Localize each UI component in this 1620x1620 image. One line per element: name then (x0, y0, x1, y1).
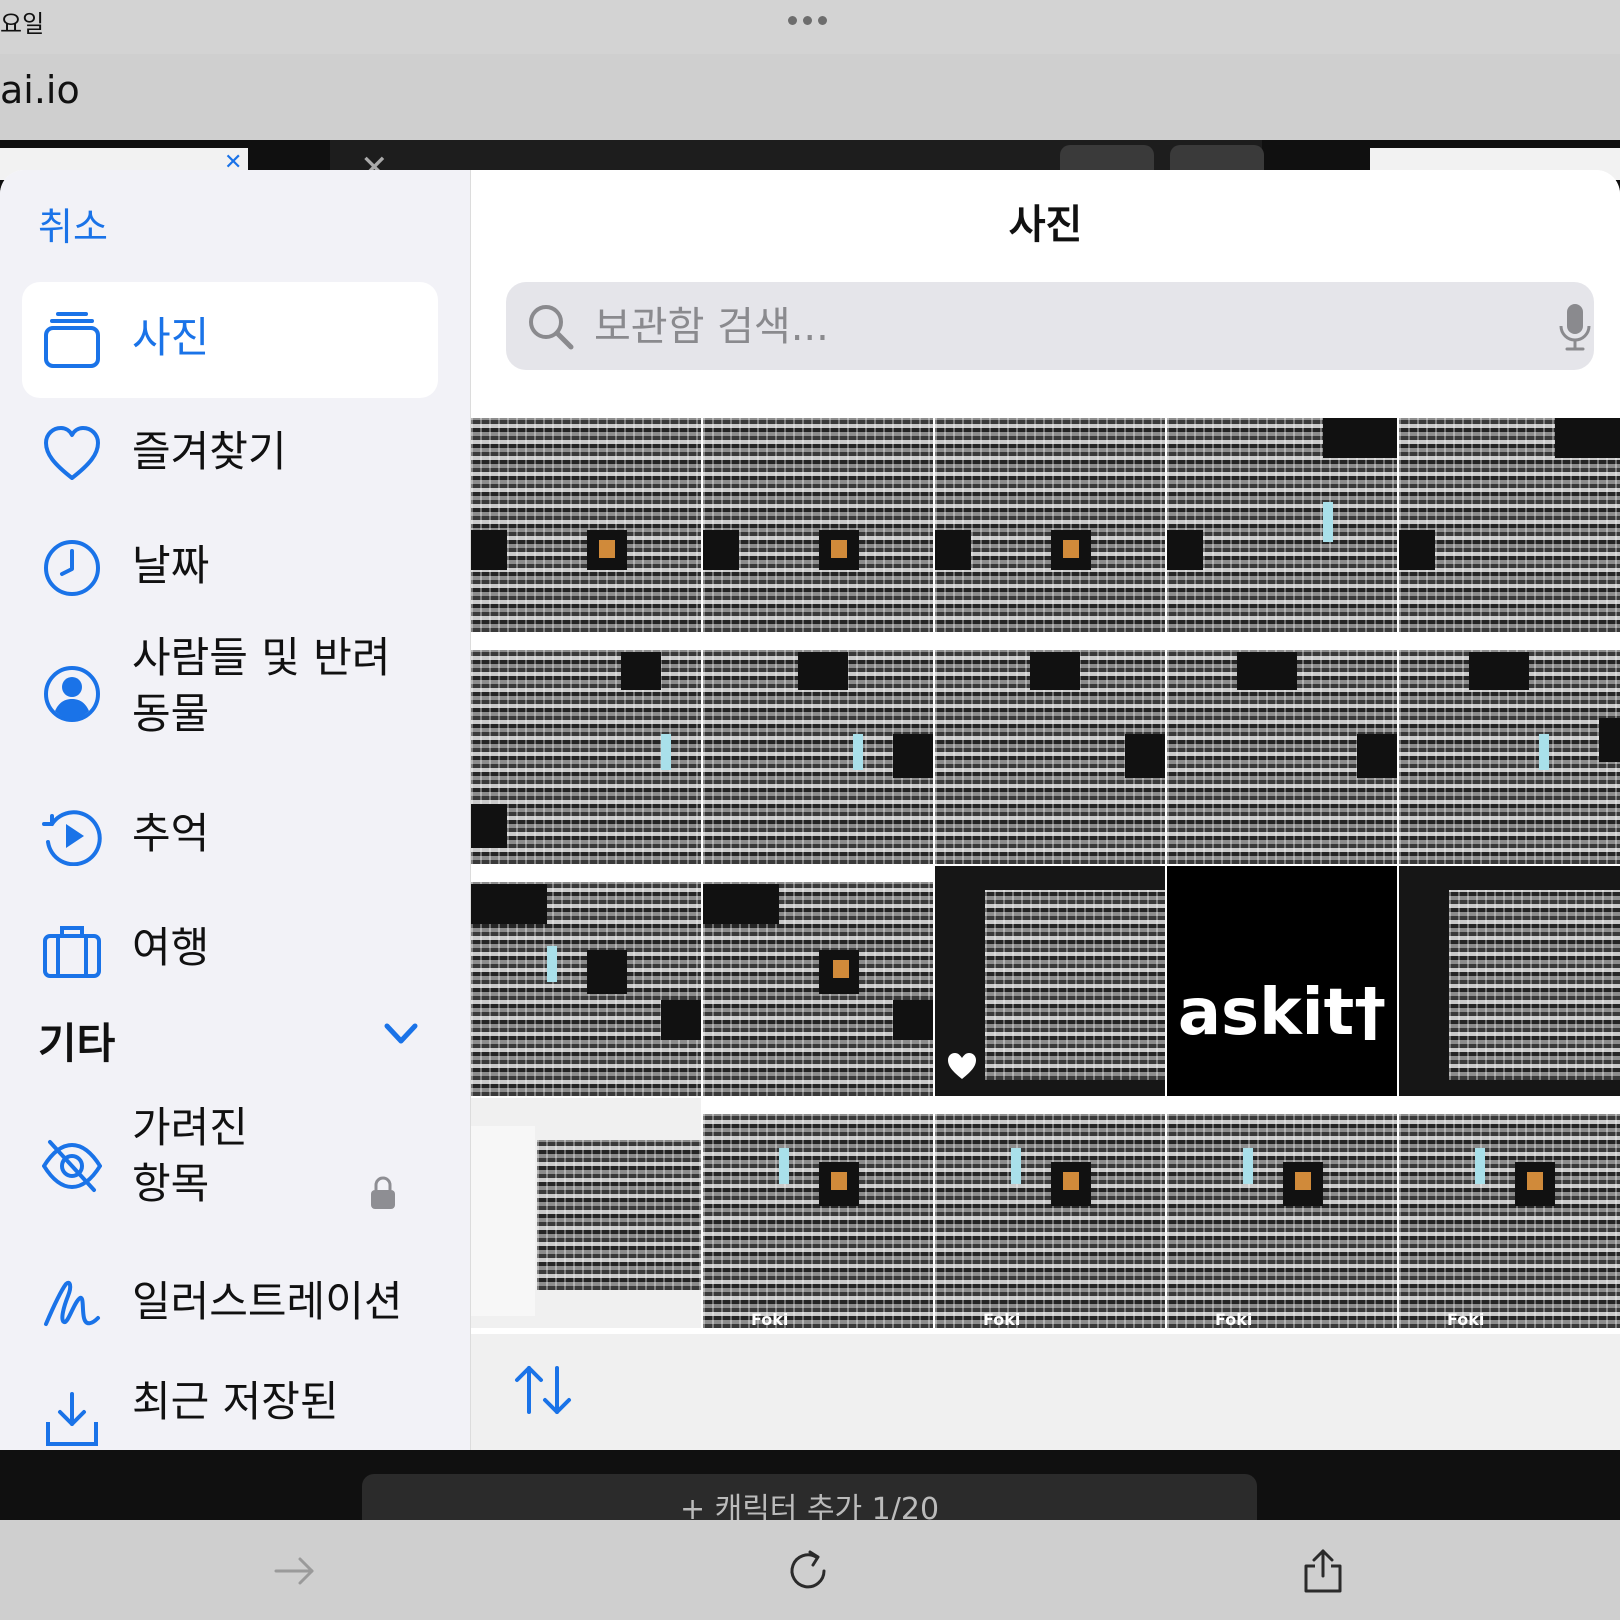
photo-thumbnail-screenshot[interactable] (471, 1098, 701, 1328)
sidebar-item-label: 최근 저장된 (132, 1377, 339, 1426)
sidebar-item-label-line2: 항목 (132, 1159, 210, 1208)
askit-dagger-mark: † (1354, 976, 1387, 1050)
sidebar-item-label-line1: 가려진 (132, 1103, 248, 1152)
photo-picker-sheet: 취소 사진 즐겨찾기 날짜 사람들 및 반려 동물 추억 여행 기타 가려진 항… (0, 170, 1620, 1450)
picker-bottom-bar (471, 1334, 1620, 1450)
reload-icon[interactable] (786, 1548, 832, 1594)
lock-icon (371, 1176, 395, 1209)
search-bar[interactable] (506, 282, 1594, 370)
sidebar-item-hidden[interactable]: 가려진 항목 (22, 1100, 438, 1230)
photo-thumbnail[interactable]: Foki (1167, 1098, 1397, 1328)
foki-label: Foki (751, 1310, 789, 1328)
page-title: 사진 (1008, 202, 1083, 248)
photo-thumbnail[interactable]: Foki (935, 1098, 1165, 1328)
photo-thumbnail[interactable] (471, 402, 701, 632)
sidebar-item-label-line2: 동물 (132, 689, 210, 738)
multitasking-dots-icon[interactable] (788, 16, 827, 25)
share-icon[interactable] (1300, 1548, 1346, 1594)
illustration-scribble-icon (44, 1280, 100, 1326)
sidebar-item-label: 사람들 및 반려 동물 (132, 630, 391, 742)
suitcase-icon (43, 926, 101, 978)
photos-stack-icon (44, 312, 100, 368)
chrome-divider (0, 126, 1620, 140)
photo-thumbnail[interactable] (703, 634, 933, 864)
sidebar-item-label: 즐겨찾기 (132, 427, 287, 476)
sort-arrows-icon[interactable] (513, 1364, 573, 1416)
cancel-button[interactable]: 취소 (38, 196, 108, 251)
photo-thumbnail[interactable] (471, 634, 701, 864)
search-icon (529, 305, 574, 350)
address-bar[interactable]: ai.io (0, 54, 1620, 126)
photo-thumbnail[interactable] (1399, 634, 1620, 864)
picker-sidebar: 취소 사진 즐겨찾기 날짜 사람들 및 반려 동물 추억 여행 기타 가려진 항… (0, 170, 471, 1450)
add-character-button[interactable]: + 캐릭터 추가 1/20 (362, 1474, 1257, 1524)
askit-label: askit (1177, 976, 1355, 1050)
photo-thumbnail[interactable] (703, 866, 933, 1096)
sidebar-item-label: 사진 (132, 313, 210, 362)
sidebar-item-people-pets[interactable]: 사람들 및 반려 동물 (22, 630, 438, 760)
sidebar-item-photos[interactable]: 사진 (22, 282, 438, 398)
sidebar-item-label: 가려진 항목 (132, 1100, 248, 1212)
browser-toolbar (0, 1520, 1620, 1620)
url-text: ai.io (0, 68, 80, 112)
photo-thumbnail[interactable] (935, 402, 1165, 632)
askit-logo-text: askit† (1167, 976, 1397, 1050)
person-circle-icon (44, 666, 100, 722)
sidebar-item-label: 날짜 (132, 541, 210, 590)
foki-label: Foki (1447, 1310, 1485, 1328)
status-bar: 요일 (0, 0, 1620, 54)
photo-thumbnail-favorite[interactable] (935, 866, 1165, 1096)
sidebar-item-label-line1: 사람들 및 반려 (132, 633, 391, 682)
clock-icon (44, 540, 100, 596)
foki-label: Foki (983, 1310, 1021, 1328)
photo-thumbnail[interactable] (1167, 402, 1397, 632)
photo-thumbnail[interactable] (1399, 866, 1620, 1096)
status-day: 요일 (0, 10, 45, 38)
picker-main: 사진 보관함 검색... askit† Foki Foki Foki Foki (471, 170, 1620, 1450)
favorite-heart-icon (948, 1053, 976, 1079)
photo-thumbnail[interactable] (471, 866, 701, 1096)
sidebar-item-label: 일러스트레이션 (132, 1277, 403, 1326)
memories-play-icon (42, 810, 102, 866)
photo-thumbnail[interactable] (935, 634, 1165, 864)
photo-thumbnail[interactable] (1399, 402, 1620, 632)
photo-grid: askit† Foki Foki Foki Foki (471, 402, 1620, 1332)
section-other-title: 기타 (38, 1019, 116, 1068)
heart-icon (44, 426, 100, 480)
sidebar-item-label: 여행 (132, 923, 210, 972)
sidebar-item-trips[interactable]: 여행 (22, 892, 438, 1008)
hidden-eye-icon (42, 1140, 102, 1192)
photo-thumbnail[interactable] (703, 402, 933, 632)
chevron-down-icon[interactable] (384, 1022, 418, 1046)
sidebar-item-favorites[interactable]: 즐겨찾기 (22, 396, 438, 512)
sidebar-item-memories[interactable]: 추억 (22, 778, 438, 894)
photo-thumbnail-askit[interactable]: askit† (1167, 866, 1397, 1096)
forward-arrow-icon[interactable] (272, 1548, 318, 1594)
photo-thumbnail[interactable]: Foki (703, 1098, 933, 1328)
sidebar-item-dates[interactable]: 날짜 (22, 510, 438, 626)
foki-label: Foki (1215, 1310, 1253, 1328)
recently-saved-icon (46, 1392, 98, 1446)
search-input[interactable] (592, 296, 1476, 358)
photo-thumbnail[interactable] (1167, 634, 1397, 864)
microphone-icon[interactable] (1558, 302, 1592, 352)
photo-thumbnail[interactable]: Foki (1399, 1098, 1620, 1328)
sidebar-item-recently-saved[interactable]: 최근 저장된 (22, 1346, 438, 1450)
sidebar-item-label: 추억 (132, 809, 210, 858)
sidebar-item-illustrations[interactable]: 일러스트레이션 (22, 1246, 438, 1362)
